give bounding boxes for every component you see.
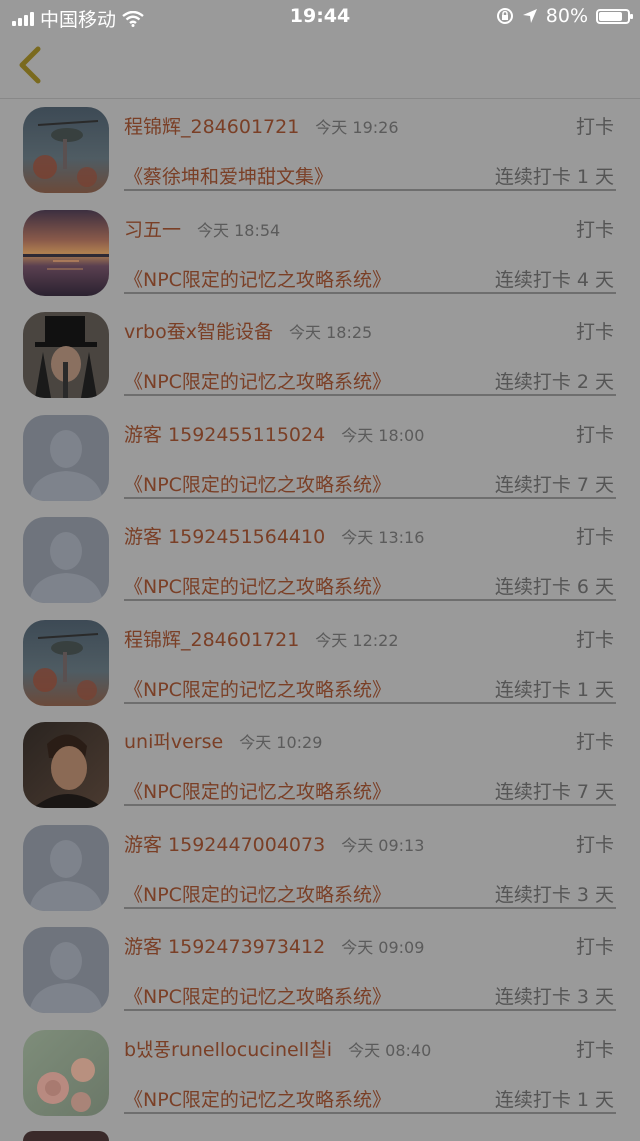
checkin-time: 今天 09:09 [341,938,425,957]
checkin-time: 今天 18:25 [289,323,373,342]
streak-count: 连续打卡 4 天 [494,268,614,291]
divider [124,599,616,601]
avatar[interactable] [23,1131,109,1141]
location-icon [522,9,537,23]
divider [124,291,616,294]
book-title-link[interactable]: 《NPC限定的记忆之攻略系统》 [124,367,391,394]
checkin-label: 打卡 [575,526,614,548]
book-title-link[interactable]: 《NPC限定的记忆之攻略系统》 [124,777,391,804]
username-text[interactable]: 游客 1592473973412 [124,936,325,958]
list-item[interactable]: 习五一 今天 18:54 打卡《NPC限定的记忆之攻略系统》 连续打卡 4 天 [0,201,640,304]
book-title-link[interactable]: 《蔡徐坤和爱坤甜文集》 [124,162,333,189]
divider [124,804,616,806]
divider [124,496,616,499]
checkin-label: 打卡 [575,731,614,753]
checkin-time: 今天 13:16 [341,528,425,547]
status-bar: 中国移动 19:44 80% [0,0,640,32]
username[interactable]: 程锦辉_284601721 今天 12:22 [124,625,399,652]
checkin-label: 打卡 [575,936,614,958]
username-text[interactable]: 程锦辉_284601721 [124,116,299,138]
checkin-label: 打卡 [575,218,614,241]
streak-count: 连续打卡 1 天 [494,1088,614,1111]
username-text[interactable]: 游客 1592451564410 [124,526,325,548]
list-item[interactable]: vrbo蚕x智能设备 今天 18:25 打卡《NPC限定的记忆之攻略系统》 连续打卡 … [0,303,640,406]
divider [124,189,616,191]
streak-count: 连续打卡 2 天 [494,371,614,393]
streak-count: 连续打卡 1 天 [494,166,614,188]
streak-count: 连续打卡 7 天 [494,473,614,496]
avatar[interactable] [23,312,109,398]
list-item[interactable]: 游客 1592455115024 今天 18:00 打卡《NPC限定的记忆之攻略系统… [0,406,640,509]
username[interactable]: 游客 1592473973412 今天 09:09 [124,932,424,959]
list-item[interactable]: 游客 1592447004073 今天 09:13 打卡《NPC限定的记忆之攻略系统… [0,816,640,919]
list-item[interactable]: 游客 1592473973412 今天 09:09 打卡《NPC限定的记忆之攻略系统… [0,918,640,1021]
username[interactable]: vrbo蚕x智能设备 今天 18:25 [124,317,372,344]
orientation-lock-icon [496,8,513,24]
checkin-label: 打卡 [575,1038,614,1061]
streak-count: 连续打卡 3 天 [494,986,614,1008]
battery-icon [596,8,633,24]
username[interactable]: uni퍼verse 今天 10:29 [124,727,322,754]
avatar[interactable] [23,1029,109,1116]
checkin-time: 今天 18:54 [197,220,281,240]
checkin-label: 打卡 [575,833,614,856]
book-title-link[interactable]: 《NPC限定的记忆之攻略系统》 [124,880,391,907]
streak-count: 连续打卡 3 天 [494,883,614,906]
avatar[interactable] [23,414,109,501]
checkin-label: 打卡 [575,423,614,446]
divider [124,394,616,396]
list-item[interactable]: 程锦辉_284601721 今天 19:26 打卡《蔡徐坤和爱坤甜文集》 连续打卡 1… [0,98,640,201]
checkin-time: 今天 08:40 [348,1040,432,1060]
divider [124,1111,616,1114]
username-text[interactable]: 程锦辉_284601721 [124,629,299,651]
username-text[interactable]: 游客 1592447004073 [124,834,325,856]
username-text[interactable]: 习五一 [124,219,181,241]
divider [124,701,616,704]
book-title-link[interactable]: 《NPC限定的记忆之攻略系统》 [124,265,391,292]
username-text[interactable]: 游客 1592455115024 [124,424,325,446]
streak-count: 连续打卡 1 天 [494,678,614,701]
divider [124,906,616,909]
checkin-label: 打卡 [575,321,614,343]
username[interactable]: 程锦辉_284601721 今天 19:26 [124,112,399,139]
list-item[interactable]: b냈풍runellocucinell칠i 今天 08:40 打卡《NPC限定的记忆之… [0,1021,640,1124]
list-item[interactable]: 游客 1592451564410 今天 13:16 打卡《NPC限定的记忆之攻略系统… [0,508,640,611]
book-title-link[interactable]: 《NPC限定的记忆之攻略系统》 [124,470,391,497]
checkin-time: 今天 19:26 [315,118,399,137]
avatar[interactable] [23,824,109,911]
username[interactable]: 游客 1592451564410 今天 13:16 [124,522,424,549]
avatar[interactable] [23,107,109,193]
username-text[interactable]: vrbo蚕x智能设备 [124,321,273,343]
battery-percent: 80% [545,5,588,27]
checkin-label: 打卡 [575,116,614,138]
username[interactable]: 习五一 今天 18:54 [124,215,280,242]
avatar[interactable] [23,927,109,1013]
book-title-link[interactable]: 《NPC限定的记忆之攻略系统》 [124,982,391,1009]
book-title-link[interactable]: 《NPC限定的记忆之攻略系统》 [124,1085,391,1112]
checkin-time: 今天 18:00 [341,425,425,445]
checkin-label: 打卡 [575,628,614,651]
streak-count: 连续打卡 6 天 [494,576,614,598]
username[interactable]: 游客 1592447004073 今天 09:13 [124,830,424,857]
nav-bar [0,32,640,99]
username-text[interactable]: uni퍼verse [124,731,223,753]
username[interactable]: b냈풍runellocucinell칠i 今天 08:40 [124,1035,431,1062]
avatar[interactable] [23,722,109,808]
username-text[interactable]: b냈풍runellocucinell칠i [124,1039,332,1061]
streak-count: 连续打卡 7 天 [494,781,614,803]
username[interactable]: 游客 1592455115024 今天 18:00 [124,420,424,447]
book-title-link[interactable]: 《NPC限定的记忆之攻略系统》 [124,675,391,702]
checkin-list: 程锦辉_284601721 今天 19:26 打卡 《蔡徐坤和爱坤甜文集》 连续打卡 1… [0,98,640,1123]
checkin-time: 今天 09:13 [341,835,425,855]
checkin-time: 今天 10:29 [239,733,323,752]
avatar[interactable] [23,619,109,706]
avatar[interactable] [23,209,109,296]
book-title-link[interactable]: 《NPC限定的记忆之攻略系统》 [124,572,391,599]
divider [124,1009,616,1011]
list-item[interactable]: 程锦辉_284601721 今天 12:22 打卡《NPC限定的记忆之攻略系统》 连续… [0,611,640,714]
back-arrow-icon[interactable] [12,44,52,86]
list-item[interactable]: uni퍼verse 今天 10:29 打卡《NPC限定的记忆之攻略系统》 连续打卡 7… [0,713,640,816]
checkin-time: 今天 12:22 [315,630,399,650]
avatar[interactable] [23,517,109,603]
